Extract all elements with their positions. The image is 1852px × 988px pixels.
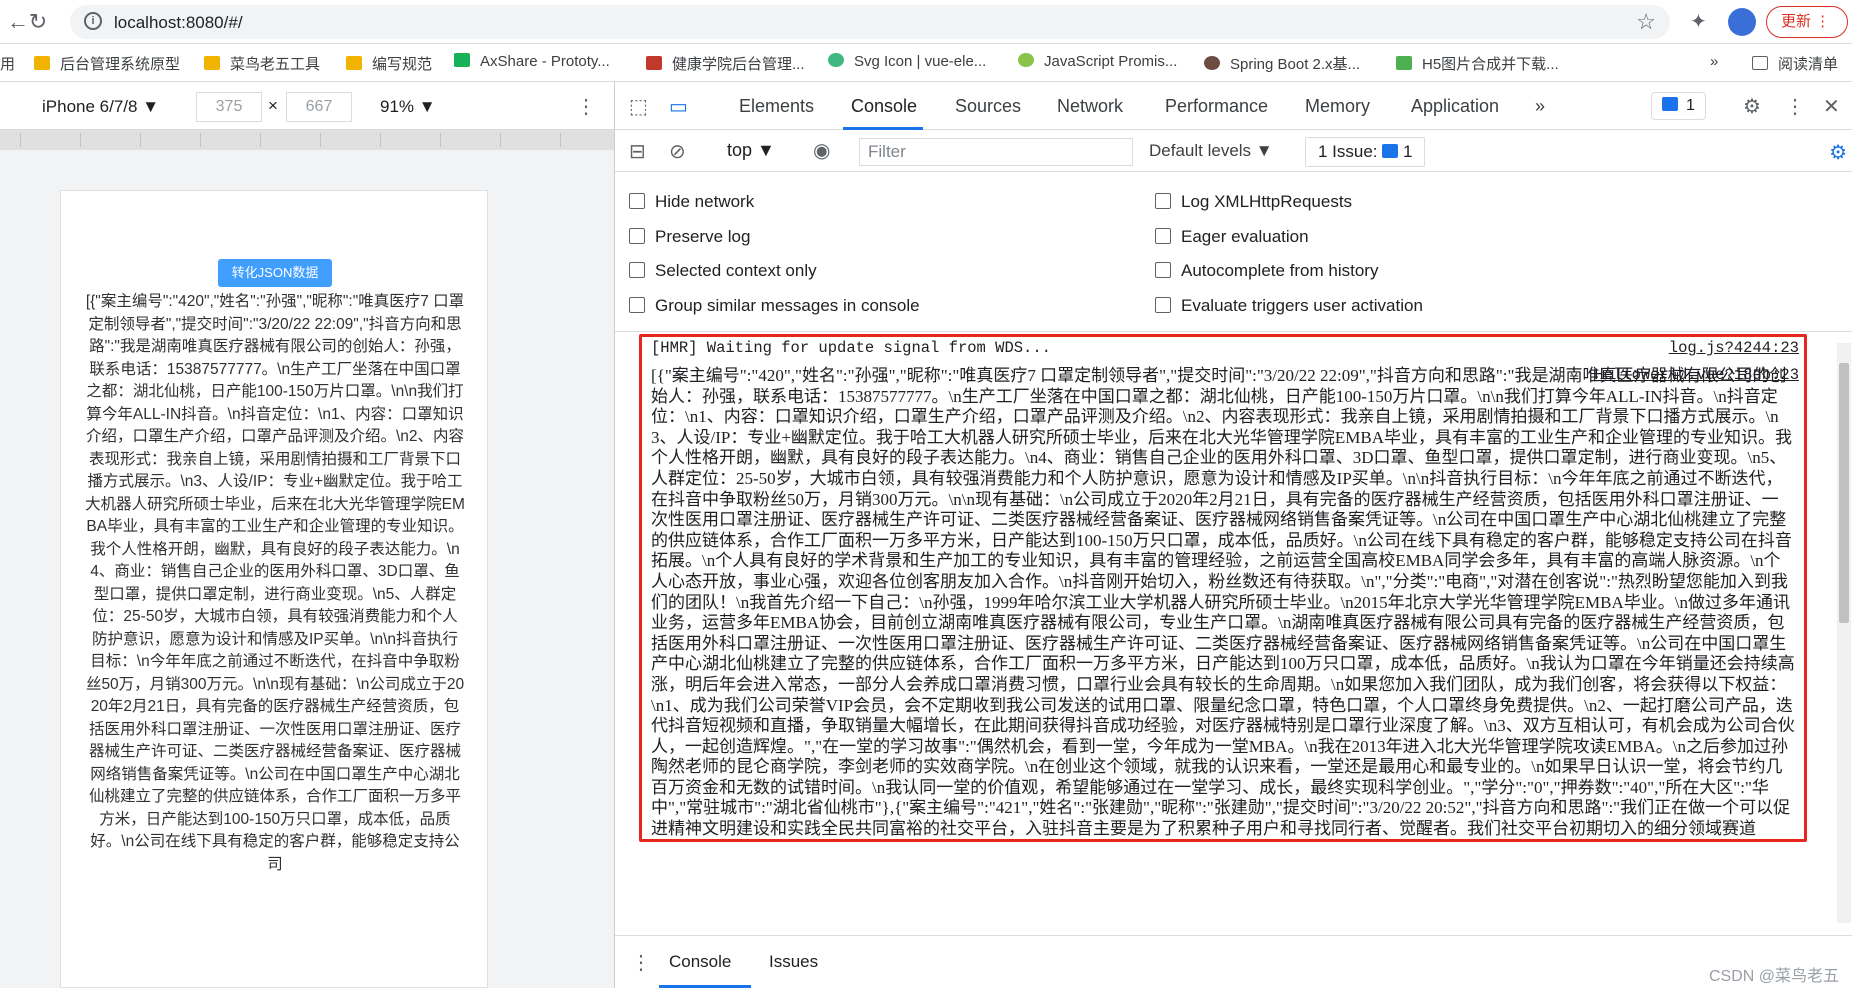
drawer-tab-console[interactable]: Console (669, 952, 731, 972)
more-bookmarks-icon[interactable]: » (1710, 53, 1718, 70)
folder-icon (346, 56, 362, 70)
update-label: 更新 (1781, 13, 1812, 30)
device-emulation-pane: iPhone 6/7/8 ▼ 375 × 667 91% ▼ ⋮ 转化JSON数… (0, 82, 614, 988)
message-icon (1382, 144, 1399, 158)
tab-elements[interactable]: Elements (739, 96, 814, 117)
bookmark-star-icon[interactable]: ☆ (1636, 9, 1656, 35)
address-bar[interactable]: i localhost:8080/#/ ☆ (70, 5, 1670, 39)
tab-application[interactable]: Application (1411, 96, 1499, 117)
levels-select[interactable]: Default levels ▼ (1149, 141, 1273, 161)
devtools-tabbar: ⬚ ▭ Elements Console Sources Network Per… (615, 82, 1852, 130)
zoom-select[interactable]: 91% ▼ (380, 97, 436, 117)
bookmark-item[interactable]: 后台管理系统原型 (34, 53, 180, 74)
more-tabs-icon[interactable]: » (1535, 96, 1545, 117)
devtools-panel: ⬚ ▭ Elements Console Sources Network Per… (614, 82, 1852, 988)
extensions-icon[interactable]: ✦ (1690, 9, 1707, 34)
convert-json-button[interactable]: 转化JSON数据 (218, 259, 332, 287)
drawer-menu-icon[interactable]: ⋮ (631, 950, 651, 975)
devtools-drawer: ⋮ Console Issues CSDN @菜鸟老五 (615, 935, 1852, 988)
more-options-icon[interactable]: ⋮ (1785, 94, 1805, 119)
folder-icon (34, 56, 50, 70)
folder-icon (204, 56, 220, 70)
message-icon (1662, 97, 1678, 111)
checkbox (629, 193, 645, 209)
bookmark-item[interactable]: 用 (0, 53, 15, 74)
bookmark-item[interactable]: Spring Boot 2.x基... (1204, 53, 1360, 74)
option-autocomplete[interactable]: Autocomplete from history (1155, 261, 1378, 281)
watermark: CSDN @菜鸟老五 (1708, 968, 1839, 985)
update-button[interactable]: 更新 ⋮ (1766, 6, 1848, 38)
tab-memory[interactable]: Memory (1305, 96, 1370, 117)
eye-icon[interactable]: ◉ (813, 138, 830, 163)
context-select[interactable]: top ▼ (727, 140, 775, 161)
site-icon (1018, 53, 1034, 67)
option-log-xhr[interactable]: Log XMLHttpRequests (1155, 192, 1352, 212)
site-icon (646, 56, 662, 70)
option-evaluate-triggers[interactable]: Evaluate triggers user activation (1155, 296, 1423, 316)
bookmark-item[interactable]: AxShare - Prototy... (454, 53, 610, 70)
checkbox (629, 262, 645, 278)
ruler (0, 130, 614, 150)
inspect-icon[interactable]: ⬚ (629, 94, 648, 119)
dimension-separator: × (268, 96, 278, 115)
issues-badge[interactable]: 1 (1651, 92, 1706, 120)
console-toolbar: ⊟ ⊘ top ▼ ◉ Filter Default levels ▼ 1 Is… (615, 130, 1852, 172)
checkbox (1155, 228, 1171, 244)
checkbox (1155, 193, 1171, 209)
reading-list-icon (1752, 56, 1768, 70)
bookmarks-bar: 用 后台管理系统原型 菜鸟老五工具 编写规范 AxShare - Prototy… (0, 44, 1852, 82)
bookmark-item[interactable]: JavaScript Promis... (1018, 53, 1177, 70)
tab-network[interactable]: Network (1057, 96, 1123, 117)
checkbox (1155, 297, 1171, 313)
option-group-similar[interactable]: Group similar messages in console (629, 296, 920, 316)
avatar[interactable] (1728, 8, 1756, 36)
json-output-text: [{"案主编号":"420","姓名":"孙强","昵称":"唯真医疗7 口罩定… (85, 293, 465, 873)
tab-console[interactable]: Console (851, 96, 917, 117)
bookmark-item[interactable]: Svg Icon | vue-ele... (828, 53, 986, 70)
reload-icon[interactable]: ↻ (24, 8, 52, 36)
more-options-icon[interactable]: ⋮ (576, 94, 596, 119)
bookmark-item[interactable]: 菜鸟老五工具 (204, 53, 320, 74)
issues-button[interactable]: 1 Issue: 1 (1305, 137, 1426, 167)
vue-icon (828, 53, 844, 67)
url-text: localhost:8080/#/ (114, 13, 243, 32)
option-hide-network[interactable]: Hide network (629, 192, 754, 212)
console-settings-icon[interactable]: ⚙ (1829, 140, 1847, 165)
axshare-icon (454, 53, 470, 67)
site-icon (1204, 56, 1220, 70)
sidebar-toggle-icon[interactable]: ⊟ (629, 139, 646, 164)
tab-performance[interactable]: Performance (1165, 96, 1268, 117)
option-eager-eval[interactable]: Eager evaluation (1155, 227, 1309, 247)
gear-icon[interactable]: ⚙ (1743, 94, 1761, 119)
checkbox (629, 297, 645, 313)
option-preserve-log[interactable]: Preserve log (629, 227, 750, 247)
clear-console-icon[interactable]: ⊘ (669, 139, 686, 164)
browser-toolbar: ← ↻ i localhost:8080/#/ ☆ ✦ 更新 ⋮ (0, 0, 1852, 44)
tab-sources[interactable]: Sources (955, 96, 1021, 117)
bookmark-item[interactable]: 健康学院后台管理... (646, 53, 805, 74)
bookmark-item[interactable]: 编写规范 (346, 53, 432, 74)
close-icon[interactable]: ✕ (1823, 94, 1840, 119)
drawer-tab-issues[interactable]: Issues (769, 952, 818, 972)
checkbox (1155, 262, 1171, 278)
device-toggle-icon[interactable]: ▭ (669, 94, 688, 119)
scrollbar-thumb[interactable] (1839, 363, 1849, 623)
highlight-frame (639, 334, 1807, 842)
phone-viewport: 转化JSON数据 [{"案主编号":"420","姓名":"孙强","昵称":"… (60, 190, 488, 988)
width-input[interactable]: 375 (196, 92, 262, 122)
console-output: [HMR] Waiting for update signal from WDS… (615, 333, 1852, 935)
reading-list[interactable]: 阅读清单 (1752, 53, 1838, 74)
device-toolbar: iPhone 6/7/8 ▼ 375 × 667 91% ▼ ⋮ (0, 82, 614, 130)
site-info-icon[interactable]: i (84, 12, 102, 30)
bookmark-item[interactable]: H5图片合成并下载... (1396, 53, 1559, 74)
checkbox (629, 228, 645, 244)
height-input[interactable]: 667 (286, 92, 352, 122)
option-selected-context[interactable]: Selected context only (629, 261, 817, 281)
filter-input[interactable]: Filter (859, 138, 1133, 166)
leaf-icon (1396, 56, 1412, 70)
console-settings: Hide network Preserve log Selected conte… (615, 172, 1852, 332)
device-select[interactable]: iPhone 6/7/8 ▼ (42, 97, 159, 117)
